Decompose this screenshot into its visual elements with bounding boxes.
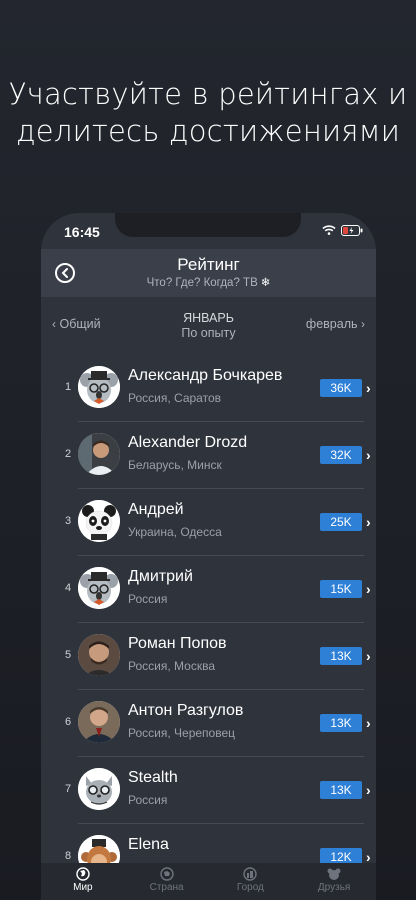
list-item[interactable]: 1 Александр Бочкарев Россия, Саратов 36K… <box>41 355 376 422</box>
user-name: Антон Разгулов <box>128 702 244 719</box>
chevron-right-icon: › <box>366 447 371 463</box>
list-item[interactable]: 2 Alexander Drozd Беларусь, Минск 32K › <box>41 422 376 489</box>
list-item[interactable]: 6 Антон Разгулов Россия, Череповец 13K › <box>41 690 376 757</box>
score-badge: 36K <box>320 379 362 397</box>
avatar <box>78 567 120 609</box>
city-icon <box>243 867 258 881</box>
promo-line-2: делитесь достижениями <box>15 114 401 148</box>
list-item[interactable]: 3 Андрей Украина, Одесса 25K › <box>41 489 376 556</box>
status-time: 16:45 <box>64 224 100 240</box>
friends-icon <box>327 868 341 880</box>
chevron-right-icon: › <box>361 317 365 331</box>
promo-headline: Участвуйте в рейтингах и делитесь достиж… <box>0 76 416 150</box>
list-item[interactable]: 4 Дмитрий Россия 15K › <box>41 556 376 623</box>
page-subtitle: Что? Где? Когда? ТВ ❄ <box>41 275 376 289</box>
user-location: Россия <box>128 793 168 807</box>
tab-city[interactable]: Город <box>209 863 293 900</box>
score-badge: 25K <box>320 513 362 531</box>
score-badge: 13K <box>320 781 362 799</box>
promo-line-1: Участвуйте в рейтингах и <box>8 77 408 111</box>
rank-number: 4 <box>64 582 72 594</box>
score-badge: 13K <box>320 647 362 665</box>
subtitle-text: Что? Где? Когда? ТВ <box>146 277 258 289</box>
user-photo-icon <box>78 634 120 676</box>
chevron-right-icon: › <box>366 514 371 530</box>
user-location: Россия, Череповец <box>128 726 235 740</box>
user-name: Elena <box>128 836 169 853</box>
score-badge: 13K <box>320 714 362 732</box>
chevron-right-icon: › <box>366 380 371 396</box>
notch <box>115 213 301 237</box>
panda-avatar-icon <box>78 500 120 542</box>
user-name: Александр Бочкарев <box>128 367 283 384</box>
user-location: Украина, Одесса <box>128 525 222 539</box>
page-title: Рейтинг <box>177 255 240 274</box>
rating-list: 1 Александр Бочкарев Россия, Саратов 36K… <box>41 355 376 891</box>
user-photo-icon <box>78 433 120 475</box>
map-icon <box>159 867 174 881</box>
tab-friends[interactable]: Друзья <box>292 863 376 900</box>
user-name: Роман Попов <box>128 635 227 652</box>
wifi-icon <box>322 225 336 235</box>
avatar <box>78 366 120 408</box>
user-name: Андрей <box>128 501 184 518</box>
list-item[interactable]: 7 Stealth Россия 13K › <box>41 757 376 824</box>
nav-bar: Рейтинг Что? Где? Когда? ТВ ❄ <box>41 249 376 297</box>
avatar <box>78 634 120 676</box>
user-location: Беларусь, Минск <box>128 458 222 472</box>
avatar <box>78 433 120 475</box>
user-name: Дмитрий <box>128 568 193 585</box>
chevron-right-icon: › <box>366 782 371 798</box>
avatar <box>78 500 120 542</box>
user-name: Alexander Drozd <box>128 434 248 451</box>
next-period-button[interactable]: февраль › <box>306 317 365 331</box>
avatar <box>78 701 120 743</box>
user-location: Россия, Москва <box>128 659 215 673</box>
chevron-right-icon: › <box>366 648 371 664</box>
koala-avatar-icon <box>78 567 120 609</box>
chevron-right-icon: › <box>366 581 371 597</box>
rank-number: 3 <box>64 515 72 527</box>
user-location: Россия, Саратов <box>128 391 221 405</box>
tab-label: Друзья <box>317 882 351 893</box>
cat-avatar-icon <box>78 768 120 810</box>
user-location: Россия <box>128 592 168 606</box>
next-period-label: февраль <box>305 317 358 331</box>
rank-number: 5 <box>64 649 72 661</box>
chevron-right-icon: › <box>366 715 371 731</box>
score-badge: 15K <box>320 580 362 598</box>
user-name: Stealth <box>128 769 178 786</box>
status-bar: 16:45 <box>41 213 376 249</box>
period-selector: ‹ Общий ЯНВАРЬ По опыту февраль › <box>41 309 376 349</box>
globe-icon <box>76 867 90 881</box>
tab-world[interactable]: Мир <box>41 863 125 900</box>
rank-number: 2 <box>64 448 72 460</box>
rank-number: 1 <box>64 381 72 393</box>
koala-avatar-icon <box>78 366 120 408</box>
tab-label: Город <box>236 882 264 893</box>
tab-label: Мир <box>73 882 93 893</box>
rank-number: 7 <box>64 783 72 795</box>
snowflake-icon: ❄ <box>260 277 271 289</box>
phone-screen: 16:45 Рейтинг Что? Где? Когда? ТВ ❄ ‹ Общ… <box>41 213 376 900</box>
battery-icon <box>341 225 363 236</box>
rank-number: 8 <box>64 850 72 862</box>
user-photo-icon <box>78 701 120 743</box>
score-badge: 32K <box>320 446 362 464</box>
tab-country[interactable]: Страна <box>125 863 209 900</box>
tab-label: Страна <box>149 882 184 893</box>
list-item[interactable]: 5 Роман Попов Россия, Москва 13K › <box>41 623 376 690</box>
avatar <box>78 768 120 810</box>
rank-number: 6 <box>64 716 72 728</box>
tab-bar: Мир Страна Город Друзья <box>41 863 376 900</box>
